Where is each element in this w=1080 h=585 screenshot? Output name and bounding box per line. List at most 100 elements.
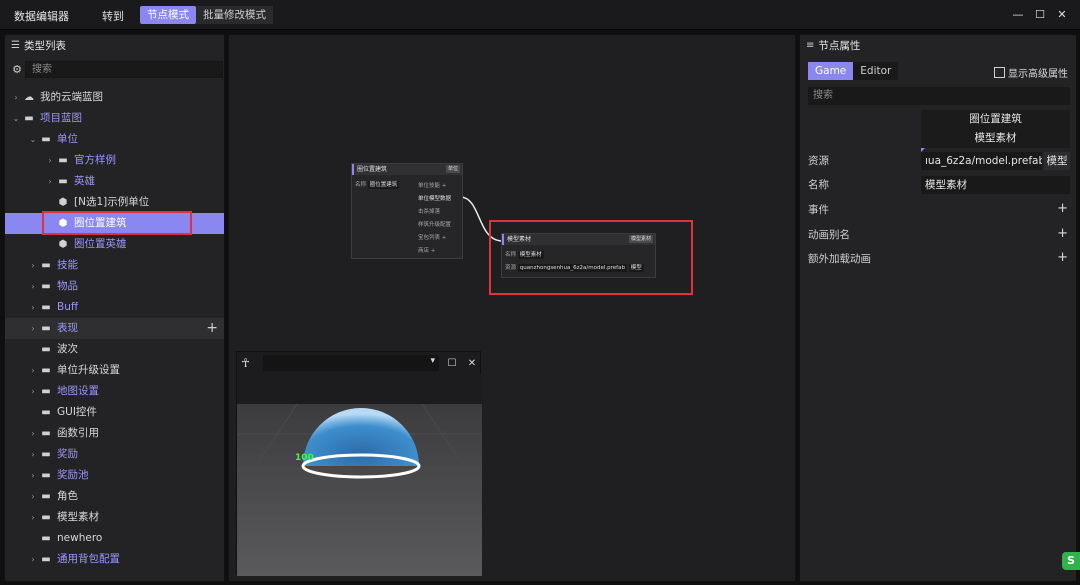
node-model-asset[interactable]: 模型素材 模型素材 名称 模型素材 资源 quanzhongsenhua_6z2…: [501, 233, 656, 278]
pin-unit-skills[interactable]: 单位技能 +: [418, 181, 446, 189]
tree-item-label: GUI控件: [57, 406, 97, 418]
node-model-res-field[interactable]: quanzhongsenhua_6z2a/model.prefab: [517, 264, 627, 272]
cube-icon: ⬢: [58, 218, 68, 229]
tree-item-label: 函数引用: [57, 427, 99, 439]
add-extra-anim-icon[interactable]: +: [1057, 250, 1068, 265]
walk-mode-icon[interactable]: ☥: [241, 356, 259, 370]
batch-edit-mode-button[interactable]: 批量修改模式: [196, 6, 273, 24]
properties-icon: ≡: [806, 40, 815, 51]
chevron-right-icon[interactable]: ›: [45, 150, 55, 171]
property-header-line2: 模型素材: [974, 132, 1017, 144]
add-event-icon[interactable]: +: [1057, 201, 1068, 216]
tree-item-label: 技能: [57, 259, 78, 271]
preview-viewport[interactable]: ☥ ▾ ☐ ✕ 100: [236, 351, 482, 576]
chevron-right-icon[interactable]: ›: [28, 276, 38, 297]
type-search-input[interactable]: 搜索: [25, 61, 223, 78]
node-building-name-row: 名称 圈位置建筑: [355, 180, 400, 189]
chevron-right-icon[interactable]: ›: [28, 486, 38, 507]
tree-item[interactable]: › ▬ 模型素材: [5, 507, 224, 528]
tree-item-label: 表现: [57, 322, 78, 334]
chevron-right-icon[interactable]: ›: [28, 423, 38, 444]
close-viewport-icon[interactable]: ✕: [465, 358, 479, 369]
tree-item-label: 物品: [57, 280, 78, 292]
maximize-icon[interactable]: ☐: [1032, 7, 1048, 23]
pin-kill-drop[interactable]: 击杀掉落: [418, 207, 440, 215]
chevron-right-icon[interactable]: ›: [28, 465, 38, 486]
tree-item-label: 模型素材: [57, 511, 99, 523]
tree-item[interactable]: › ▬ Buff: [5, 297, 224, 318]
tree-item[interactable]: › ▬ 奖励池: [5, 465, 224, 486]
node-model-res-button[interactable]: 模型: [628, 264, 644, 272]
tree-item[interactable]: › ▬ 英雄: [5, 171, 224, 192]
node-model-name-field[interactable]: 模型素材: [517, 251, 544, 259]
tree-item[interactable]: › ▬ 函数引用: [5, 423, 224, 444]
type-list-panel: ☰ 类型列表 ⚙ 搜索 › ☁ 我的云端蓝图 ⌄ ▬ 项目蓝图 ⌄ ▬ 单位 › ▬ 官方样例 › ▬ 英雄…: [4, 34, 225, 582]
tree-item-label: 圈位置建筑: [74, 217, 127, 229]
chevron-right-icon[interactable]: ›: [28, 381, 38, 402]
maximize-viewport-icon[interactable]: ☐: [445, 358, 459, 369]
pin-upgrade-config[interactable]: 样筑升级配置: [418, 220, 451, 228]
chevron-down-icon[interactable]: ⌄: [28, 129, 38, 150]
tree-item[interactable]: › ☁ 我的云端蓝图: [5, 87, 224, 108]
chevron-right-icon[interactable]: ›: [28, 297, 38, 318]
chevron-right-icon[interactable]: ›: [28, 318, 38, 339]
name-field[interactable]: 模型素材: [921, 176, 1070, 194]
tree-item[interactable]: › ▬ 物品: [5, 276, 224, 297]
chevron-right-icon[interactable]: ›: [11, 87, 21, 108]
node-building-name-field[interactable]: 圈位置建筑: [367, 181, 400, 189]
tree-item[interactable]: › ▬ 角色: [5, 486, 224, 507]
type-tree: › ☁ 我的云端蓝图 ⌄ ▬ 项目蓝图 ⌄ ▬ 单位 › ▬ 官方样例 › ▬ 英雄 ⬢ [N选1]示例单位 ⬢ 圈…: [5, 87, 224, 570]
node-building-title-text: 圈位置建筑: [357, 166, 388, 173]
gear-icon[interactable]: ⚙: [9, 63, 25, 76]
tab-editor[interactable]: Editor: [853, 62, 899, 80]
advanced-checkbox[interactable]: [994, 67, 1005, 78]
add-icon[interactable]: +: [206, 318, 218, 339]
tree-item-label: [N选1]示例单位: [74, 196, 150, 208]
tree-item[interactable]: › ▬ 表现 +: [5, 318, 224, 339]
viewport-dropdown[interactable]: ▾: [263, 355, 439, 371]
tree-item[interactable]: ⬢ 圈位置英雄: [5, 234, 224, 255]
cloud-icon: ☁: [24, 92, 34, 103]
type-search-row: ⚙ 搜索: [9, 61, 223, 78]
chevron-right-icon[interactable]: ›: [28, 444, 38, 465]
tree-item[interactable]: ⌄ ▬ 单位: [5, 129, 224, 150]
chevron-right-icon[interactable]: ›: [28, 360, 38, 381]
tree-item[interactable]: › ▬ 技能: [5, 255, 224, 276]
pin-bag-list[interactable]: 宝包列表 +: [418, 233, 446, 241]
connection-wire: [459, 196, 502, 242]
tree-item[interactable]: › ▬ 通用背包配置: [5, 549, 224, 570]
node-mode-button[interactable]: 节点模式: [140, 6, 196, 24]
minimize-icon[interactable]: —: [1010, 7, 1026, 23]
pin-unit-model-data[interactable]: 单位模型数据: [418, 194, 451, 202]
model-button[interactable]: 模型: [1044, 152, 1070, 170]
add-anim-alias-icon[interactable]: +: [1057, 226, 1068, 241]
tree-item[interactable]: › ▬ 奖励: [5, 444, 224, 465]
tree-item[interactable]: › ▬ 官方样例: [5, 150, 224, 171]
advanced-toggle[interactable]: 显示高级属性: [994, 65, 1068, 80]
tree-item[interactable]: › ▬ 单位升级设置: [5, 360, 224, 381]
tree-item[interactable]: › ▬ 地图设置: [5, 381, 224, 402]
resource-field[interactable]: ıua_6z2a/model.prefab: [921, 152, 1042, 170]
tree-item[interactable]: ▬ 波次: [5, 339, 224, 360]
chevron-right-icon[interactable]: ›: [28, 549, 38, 570]
node-model-title-text: 模型素材: [507, 236, 532, 243]
tree-item[interactable]: ▬ GUI控件: [5, 402, 224, 423]
node-building[interactable]: 圈位置建筑 单位 名称 圈位置建筑 单位技能 + 单位模型数据 击杀掉落 样筑升…: [351, 163, 463, 259]
tree-item[interactable]: ▬ newhero: [5, 528, 224, 549]
pin-shop[interactable]: 商店 +: [418, 246, 435, 254]
node-building-name-label: 名称: [355, 182, 367, 188]
tree-item[interactable]: ⬢ 圈位置建筑: [5, 213, 224, 234]
tab-game[interactable]: Game: [808, 62, 854, 80]
goto-menu[interactable]: 转到: [102, 8, 124, 24]
chevron-right-icon[interactable]: ›: [28, 507, 38, 528]
viewport-scene: 100: [237, 374, 482, 576]
chevron-right-icon[interactable]: ›: [28, 255, 38, 276]
tree-item[interactable]: ⌄ ▬ 项目蓝图: [5, 108, 224, 129]
close-icon[interactable]: ✕: [1054, 7, 1070, 23]
chevron-right-icon[interactable]: ›: [45, 171, 55, 192]
title-bar: 数据编辑器 转到 节点模式 批量修改模式 — ☐ ✕: [0, 0, 1080, 30]
tree-item-label: 奖励池: [57, 469, 89, 481]
tree-item[interactable]: ⬢ [N选1]示例单位: [5, 192, 224, 213]
chevron-down-icon[interactable]: ⌄: [11, 108, 21, 129]
property-search-input[interactable]: 搜索: [808, 87, 1070, 105]
